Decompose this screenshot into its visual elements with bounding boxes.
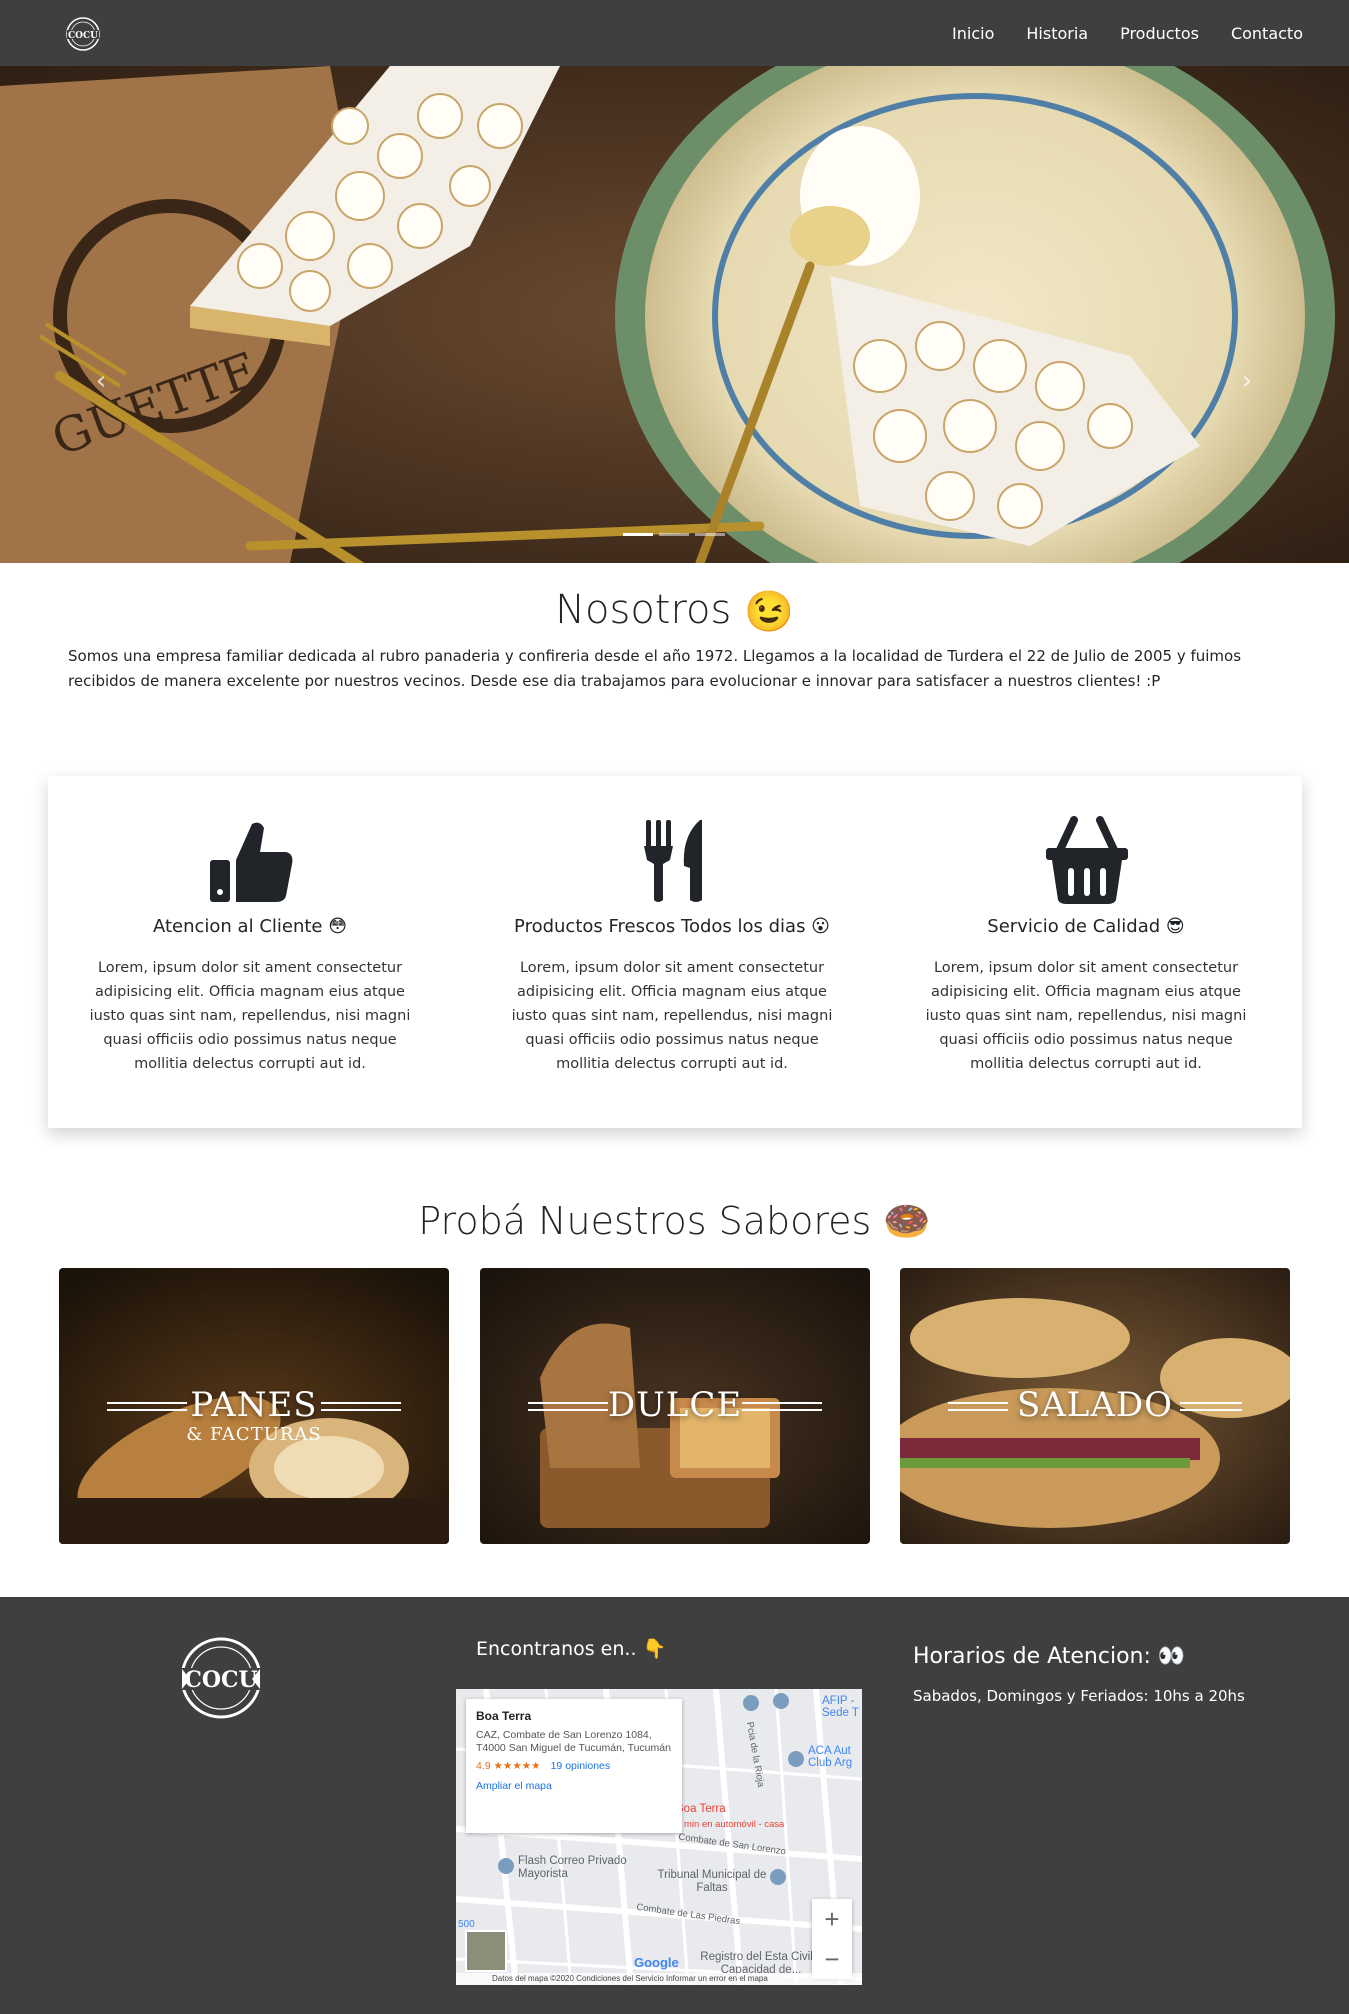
map-label-number: 500 bbox=[458, 1919, 475, 1930]
feature-text: Lorem, ipsum dolor sit ament consectetur… bbox=[925, 960, 1247, 1072]
carousel-indicator-1[interactable] bbox=[623, 533, 653, 536]
feature-fresh-products: Productos Frescos Todos los dias 😮 Lorem… bbox=[482, 776, 862, 1128]
feature-title: Servicio de Calidad 😎 bbox=[987, 916, 1185, 937]
map-info-card: Boa Terra CAZ, Combate de San Lorenzo 10… bbox=[466, 1699, 682, 1833]
map-label-boa-terra: Boa Terra bbox=[676, 1803, 726, 1815]
map-reviews-link[interactable]: 19 opiniones bbox=[551, 1760, 611, 1772]
nav-link-contacto[interactable]: Contacto bbox=[1215, 24, 1319, 43]
footer-logo-text: COCU bbox=[184, 1667, 257, 1693]
hours-title: Horarios de Atencion: 👀 bbox=[913, 1644, 1186, 1669]
card-dulce[interactable]: DULCE bbox=[480, 1268, 870, 1544]
hero-carousel[interactable]: GUETTE ‹ › bbox=[0, 66, 1349, 563]
brand-logo[interactable]: COCU bbox=[64, 15, 102, 53]
hero-image-lemon-pie: GUETTE bbox=[0, 66, 1349, 563]
wink-emoji-icon: 😉 bbox=[744, 589, 794, 635]
navbar: COCU Inicio Historia Productos Contacto bbox=[0, 0, 1349, 66]
map-enlarge-link[interactable]: Ampliar el mapa bbox=[476, 1780, 672, 1792]
map-zoom-controls: + − bbox=[812, 1899, 852, 1979]
brand-logo-text: COCU bbox=[68, 31, 98, 41]
footer: COCU Encontranos en.. 👇 AFIP - Sede T AC… bbox=[0, 1597, 1349, 2014]
map-label-afip: AFIP - Sede T bbox=[822, 1695, 859, 1719]
carousel-indicator-2[interactable] bbox=[659, 533, 689, 536]
map-label-tribunal: Tribunal Municipal de Faltas bbox=[657, 1869, 767, 1894]
card-panes-facturas[interactable]: PANES & FACTURAS bbox=[59, 1268, 449, 1544]
nav-link-productos[interactable]: Productos bbox=[1104, 24, 1215, 43]
carousel-prev-button[interactable]: ‹ bbox=[86, 366, 116, 396]
shopping-basket-icon bbox=[1046, 816, 1128, 904]
zoom-in-button[interactable]: + bbox=[812, 1899, 852, 1939]
nav-link-inicio[interactable]: Inicio bbox=[936, 24, 1010, 43]
find-us-label: Encontranos en.. 👇 bbox=[476, 1638, 667, 1660]
feature-title: Productos Frescos Todos los dias 😮 bbox=[514, 916, 830, 937]
nosotros-title-text: Nosotros bbox=[555, 587, 732, 633]
feature-title: Atencion al Cliente 😳 bbox=[152, 916, 347, 937]
map-label-driving: min en automóvil - casa bbox=[684, 1819, 785, 1830]
card-label: DULCE bbox=[607, 1385, 743, 1425]
map-place-address: CAZ, Combate de San Lorenzo 1084, T4000 … bbox=[476, 1729, 671, 1754]
carousel-indicators bbox=[623, 533, 725, 536]
map-label-flash-correo: Flash Correo Privado Mayorista bbox=[518, 1855, 627, 1880]
map-attribution[interactable]: Datos del mapa ©2020 Condiciones del Ser… bbox=[456, 1973, 862, 1985]
google-logo: Google bbox=[634, 1955, 679, 1970]
card-salado[interactable]: SALADO bbox=[900, 1268, 1290, 1544]
features-panel: Atencion al Cliente 😳 Lorem, ipsum dolor… bbox=[48, 776, 1302, 1128]
nav-link-historia[interactable]: Historia bbox=[1010, 24, 1104, 43]
map-place-name: Boa Terra bbox=[476, 1709, 532, 1723]
footer-logo: COCU bbox=[178, 1635, 264, 1721]
thumbs-up-icon bbox=[210, 822, 293, 902]
feature-customer-service: Atencion al Cliente 😳 Lorem, ipsum dolor… bbox=[60, 776, 440, 1128]
card-label: SALADO bbox=[1016, 1385, 1174, 1425]
sabores-title: Probá Nuestros Sabores 🍩 bbox=[418, 1199, 931, 1243]
feature-quality-service: Servicio de Calidad 😎 Lorem, ipsum dolor… bbox=[896, 776, 1276, 1128]
map-label-aca: ACA Aut Club Arg bbox=[808, 1745, 853, 1769]
carousel-next-button[interactable]: › bbox=[1232, 366, 1262, 396]
map-place-rating: 4.9 ★★★★★ 19 opiniones bbox=[476, 1760, 672, 1772]
card-label: PANES bbox=[190, 1385, 318, 1425]
utensils-icon bbox=[644, 820, 702, 902]
carousel-indicator-3[interactable] bbox=[695, 533, 725, 536]
map-rating-stars: 4.9 ★★★★★ bbox=[476, 1760, 541, 1772]
nosotros-description: Somos una empresa familiar dedicada al r… bbox=[68, 647, 1242, 690]
feature-text: Lorem, ipsum dolor sit ament consectetur… bbox=[511, 960, 833, 1072]
google-map-embed[interactable]: AFIP - Sede T ACA Aut Club Arg Boa Terra… bbox=[456, 1689, 862, 1985]
hours-text: Sabados, Domingos y Feriados: 10hs a 20h… bbox=[913, 1687, 1245, 1705]
nosotros-title: Nosotros 😉 bbox=[0, 580, 1349, 640]
nav-links: Inicio Historia Productos Contacto bbox=[936, 0, 1319, 66]
feature-text: Lorem, ipsum dolor sit ament consectetur… bbox=[89, 960, 411, 1072]
card-sublabel: & FACTURAS bbox=[186, 1424, 322, 1445]
